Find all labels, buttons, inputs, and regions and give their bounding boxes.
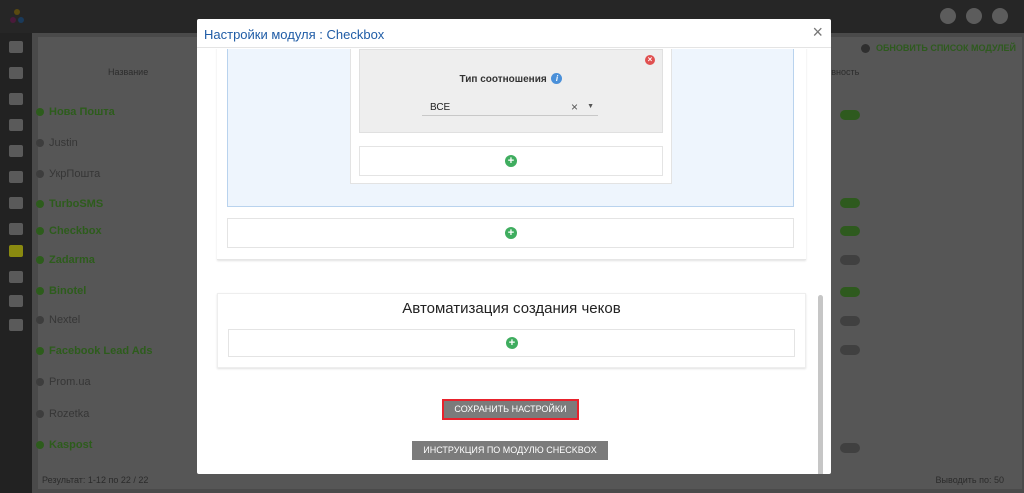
modal-header: Настройки модуля : Checkbox × — [197, 19, 831, 48]
monitor-icon[interactable] — [9, 41, 23, 53]
bank-icon[interactable] — [9, 119, 23, 131]
column-header-name[interactable]: Название — [108, 67, 148, 77]
condition-group: × Тип соотношения i ВСЕ × ▼ + — [227, 49, 794, 207]
chevron-down-icon[interactable]: ▼ — [587, 103, 594, 110]
update-modules-button[interactable]: ОБНОВИТЬ СПИСОК МОДУЛЕЙ — [876, 43, 1016, 53]
module-row[interactable]: УкрПошта — [36, 167, 100, 181]
module-row[interactable]: Nextel — [36, 313, 80, 327]
condition-block: × Тип соотношения i ВСЕ × ▼ + — [350, 49, 672, 184]
heart-icon[interactable] — [9, 295, 23, 307]
users-icon[interactable] — [9, 93, 23, 105]
conditions-card: × Тип соотношения i ВСЕ × ▼ + + — [217, 49, 806, 260]
module-row[interactable]: Facebook Lead Ads — [36, 344, 153, 358]
module-row[interactable]: Rozetka — [36, 407, 89, 421]
clear-icon[interactable]: × — [571, 100, 578, 114]
status-dot-icon — [36, 410, 44, 418]
status-dot-icon — [36, 256, 44, 264]
activity-toggle[interactable] — [840, 110, 860, 120]
pagination-summary: Результат: 1-12 по 22 / 22 — [42, 475, 149, 485]
module-row[interactable]: Нова Пошта — [36, 105, 115, 119]
relation-type-select[interactable]: ВСЕ × ▼ — [422, 100, 598, 116]
close-icon[interactable]: × — [812, 23, 823, 41]
module-row[interactable]: Binotel — [36, 284, 86, 298]
relation-type-value: ВСЕ — [430, 102, 451, 113]
dot-icon — [860, 43, 870, 53]
activity-toggle[interactable] — [840, 255, 860, 265]
automation-card: Автоматизация создания чеков + — [217, 293, 806, 368]
add-automation-row[interactable]: + — [228, 329, 795, 357]
modal-title: Настройки модуля : Checkbox — [204, 27, 385, 42]
status-dot-icon — [36, 347, 44, 355]
module-row[interactable]: TurboSMS — [36, 197, 103, 211]
add-group-row[interactable]: + — [227, 218, 794, 248]
status-dot-icon — [36, 227, 44, 235]
automation-title: Автоматизация создания чеков — [402, 300, 621, 317]
activity-toggle[interactable] — [840, 287, 860, 297]
status-dot-icon — [36, 441, 44, 449]
module-settings-modal: Настройки модуля : Checkbox × × Тип соот… — [197, 19, 831, 474]
module-row[interactable]: Prom.ua — [36, 375, 91, 389]
box-icon[interactable] — [9, 145, 23, 157]
cart-icon[interactable] — [9, 171, 23, 183]
status-dot-icon — [36, 316, 44, 324]
modules-icon[interactable] — [9, 245, 23, 257]
module-row[interactable]: Kaspost — [36, 438, 92, 452]
modal-body: × Тип соотношения i ВСЕ × ▼ + + Автомати… — [197, 49, 831, 474]
status-dot-icon — [36, 139, 44, 147]
chart-icon[interactable] — [9, 223, 23, 235]
remove-relation-icon[interactable]: × — [645, 55, 655, 65]
save-settings-button[interactable]: СОХРАНИТЬ НАСТРОЙКИ — [442, 399, 579, 420]
activity-toggle[interactable] — [840, 198, 860, 208]
module-row[interactable]: Justin — [36, 136, 78, 150]
activity-toggle[interactable] — [840, 316, 860, 326]
megaphone-icon[interactable] — [9, 197, 23, 209]
add-automation-icon[interactable]: + — [506, 337, 518, 349]
status-dot-icon — [36, 378, 44, 386]
user-icon[interactable] — [940, 8, 956, 24]
status-dot-icon — [36, 200, 44, 208]
per-page-select[interactable]: Выводить по: 50 — [936, 475, 1004, 485]
status-dot-icon — [36, 108, 44, 116]
relation-panel: × Тип соотношения i ВСЕ × ▼ — [359, 49, 663, 133]
info-icon[interactable]: i — [551, 73, 563, 84]
relation-type-label: Тип соотношения — [459, 74, 547, 85]
relation-label-wrap: Тип соотношения i — [360, 73, 662, 85]
modal-scrollbar[interactable] — [818, 295, 823, 474]
sidebar — [0, 33, 32, 493]
activity-toggle[interactable] — [840, 226, 860, 236]
status-dot-icon — [36, 287, 44, 295]
module-row[interactable]: Checkbox — [36, 224, 102, 238]
activity-toggle[interactable] — [840, 345, 860, 355]
add-condition-icon[interactable]: + — [505, 155, 517, 167]
module-row[interactable]: Zadarma — [36, 253, 95, 267]
bell-icon[interactable] — [966, 8, 982, 24]
toolbar: ОБНОВИТЬ СПИСОК МОДУЛЕЙ — [860, 40, 1016, 56]
status-dot-icon — [36, 170, 44, 178]
module-guide-button[interactable]: ИНСТРУКЦИЯ ПО МОДУЛЮ CHECKBOX — [412, 441, 608, 460]
add-condition-row[interactable]: + — [359, 146, 663, 176]
clock-icon[interactable] — [9, 271, 23, 283]
activity-toggle[interactable] — [840, 443, 860, 453]
toggle-icon[interactable] — [9, 319, 23, 331]
add-group-icon[interactable]: + — [505, 227, 517, 239]
settings-icon[interactable] — [992, 8, 1008, 24]
book-icon[interactable] — [9, 67, 23, 79]
app-logo — [10, 9, 24, 23]
